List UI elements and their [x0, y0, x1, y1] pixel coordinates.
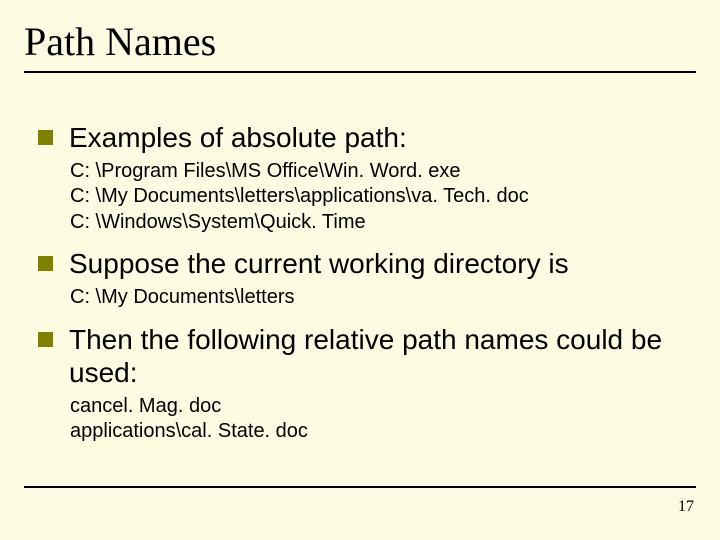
- sub-line: cancel. Mag. doc: [70, 394, 696, 420]
- sub-line: C: \My Documents\letters: [70, 285, 696, 311]
- bullet-text: Then the following relative path names c…: [69, 323, 696, 390]
- sub-line: applications\cal. State. doc: [70, 419, 696, 445]
- square-bullet-icon: [38, 130, 53, 145]
- square-bullet-icon: [38, 256, 53, 271]
- bullet-text: Suppose the current working directory is: [69, 247, 569, 281]
- sub-line: C: \My Documents\letters\applications\va…: [70, 184, 696, 210]
- bullet-item: Then the following relative path names c…: [38, 323, 696, 390]
- page-number: 17: [678, 498, 694, 516]
- sub-line: C: \Program Files\MS Office\Win. Word. e…: [70, 159, 696, 185]
- sub-content: C: \My Documents\letters: [38, 285, 696, 311]
- slide: Path Names Examples of absolute path: C:…: [0, 0, 720, 540]
- bullet-item: Suppose the current working directory is: [38, 247, 696, 281]
- slide-title: Path Names: [24, 18, 696, 65]
- footer-rule: [24, 486, 696, 488]
- sub-content: C: \Program Files\MS Office\Win. Word. e…: [38, 159, 696, 236]
- bullet-item: Examples of absolute path:: [38, 121, 696, 155]
- square-bullet-icon: [38, 332, 53, 347]
- sub-content: cancel. Mag. doc applications\cal. State…: [38, 394, 696, 445]
- title-underline: [24, 71, 696, 73]
- content-area: Examples of absolute path: C: \Program F…: [24, 121, 696, 445]
- bullet-text: Examples of absolute path:: [69, 121, 407, 155]
- sub-line: C: \Windows\System\Quick. Time: [70, 210, 696, 236]
